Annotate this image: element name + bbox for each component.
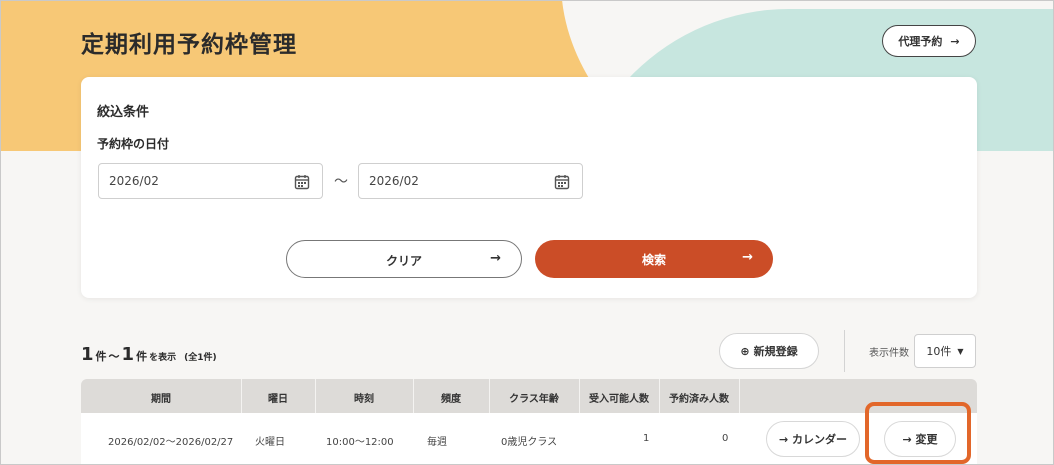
change-button[interactable]: → 変更 [884, 421, 956, 457]
per-page-value: 10件 [926, 345, 952, 358]
date-label: 予約枠の日付 [97, 137, 170, 151]
column-header-reserved: 予約済み人数 [669, 394, 729, 405]
reservation-table: 期間 曜日 時刻 頻度 クラス年齢 受入可能人数 予約済み人数 2026/02/… [81, 379, 977, 464]
column-header-time: 時刻 [354, 394, 374, 405]
count-start: 1 [81, 344, 94, 365]
date-from-input[interactable]: 2026/02 [98, 163, 323, 199]
column-header-class-age: クラス年齢 [509, 394, 559, 405]
cell-weekday: 火曜日 [255, 437, 285, 448]
column-header-frequency: 頻度 [441, 394, 461, 405]
count-total: (全1件) [184, 353, 217, 363]
new-registration-label: 新規登録 [753, 345, 798, 358]
cell-time: 10:00～12:00 [326, 437, 394, 448]
column-header-period: 期間 [151, 394, 171, 405]
date-to-input[interactable]: 2026/02 [358, 163, 583, 199]
clear-button[interactable]: クリア → [286, 240, 522, 278]
count-unit: 件 [136, 350, 148, 363]
app-frame: 定期利用予約枠管理 代理予約 → 絞込条件 予約枠の日付 2026/02 ～ 2… [0, 0, 1054, 465]
page-title: 定期利用予約枠管理 [81, 32, 297, 58]
cell-capacity: 1 [643, 433, 650, 444]
result-count: 1 件 ～ 1 件 を表示 (全1件) [81, 344, 217, 365]
cell-period: 2026/02/02～2026/02/27 [108, 437, 234, 448]
per-page-select[interactable]: 10件 ▼ [914, 334, 976, 368]
filter-panel: 絞込条件 予約枠の日付 2026/02 ～ 2026/02 クリア → 検索 → [81, 77, 977, 298]
count-unit: 件 [95, 350, 107, 363]
date-range-separator: ～ [334, 174, 348, 190]
date-from-value: 2026/02 [109, 174, 159, 188]
column-separator [579, 379, 580, 413]
filter-title: 絞込条件 [97, 105, 150, 120]
table-row: 2026/02/02～2026/02/27 火曜日 10:00～12:00 毎週… [81, 413, 977, 464]
column-header-weekday: 曜日 [268, 394, 288, 405]
clear-button-label: クリア [385, 254, 422, 268]
arrow-right-icon: → [742, 250, 753, 265]
plus-circle-icon: ⊕ [740, 344, 750, 358]
column-separator [659, 379, 660, 413]
count-suffix: を表示 [149, 353, 177, 363]
proxy-reservation-label: 代理予約 [898, 35, 943, 48]
new-registration-button[interactable]: ⊕ 新規登録 [719, 333, 819, 369]
date-to-value: 2026/02 [369, 174, 419, 188]
count-end: 1 [121, 344, 135, 365]
toolbar-divider [844, 330, 845, 372]
arrow-right-icon: → [490, 251, 501, 266]
calendar-icon[interactable] [554, 174, 570, 190]
column-separator [739, 379, 740, 413]
column-separator [413, 379, 414, 413]
cell-frequency: 毎週 [427, 437, 447, 448]
proxy-reservation-button[interactable]: 代理予約 → [882, 25, 976, 57]
calendar-icon[interactable] [294, 174, 310, 190]
arrow-right-icon: → [950, 34, 960, 48]
column-separator [241, 379, 242, 413]
per-page-label: 表示件数 [869, 348, 909, 359]
table-header: 期間 曜日 時刻 頻度 クラス年齢 受入可能人数 予約済み人数 [81, 379, 977, 413]
column-separator [489, 379, 490, 413]
cell-class-age: 0歳児クラス [501, 437, 558, 448]
calendar-button[interactable]: → カレンダー [766, 421, 860, 457]
search-button-label: 検索 [641, 253, 666, 267]
caret-down-icon: ▼ [957, 346, 964, 356]
column-header-capacity: 受入可能人数 [589, 394, 649, 405]
cell-reserved: 0 [722, 433, 729, 444]
count-tilde: ～ [108, 350, 120, 363]
search-button[interactable]: 検索 → [535, 240, 773, 278]
column-separator [315, 379, 316, 413]
